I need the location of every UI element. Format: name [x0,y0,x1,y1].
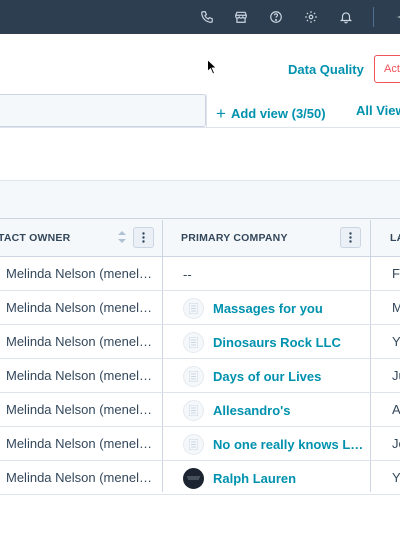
company-cell: Massages for you [183,296,323,320]
column-label-last: LA [390,232,400,244]
mouse-cursor-icon [207,58,218,80]
company-empty-value: -- [183,266,192,282]
company-link[interactable]: Allesandro's [213,403,291,418]
column-header-primary-company[interactable]: PRIMARY COMPANY [163,219,370,256]
settings-icon[interactable] [303,9,319,25]
company-cell: -- [183,262,192,286]
table-row[interactable]: Melinda Nelson (menel… Days of our Lives… [0,359,400,393]
marketplace-icon[interactable] [233,9,249,25]
table-header: TACT OWNER PRIMARY COMPANY LA [0,218,400,257]
nav-divider [373,7,374,27]
plus-icon: + [216,104,226,123]
last-cell: Fe [392,266,400,281]
company-logo-icon [183,331,204,353]
table-row[interactable]: Melinda Nelson (menel… -- Fe [0,257,400,291]
last-cell: A [392,402,400,417]
help-icon[interactable] [268,9,284,25]
table-row[interactable]: Melinda Nelson (menel… Dinosaurs Rock LL… [0,325,400,359]
owner-cell: Melinda Nelson (menel… [6,368,152,383]
view-tab-area[interactable] [0,94,206,127]
sort-icon[interactable] [118,231,126,246]
actions-button[interactable]: Acti [374,55,400,83]
company-cell: Days of our Lives [183,364,321,388]
company-link[interactable]: No one really knows L… [213,437,363,452]
owner-cell: Melinda Nelson (menel… [6,402,152,417]
more-vertical-icon [349,232,352,243]
company-link[interactable]: Days of our Lives [213,369,321,384]
last-cell: M [392,300,400,315]
column-label-company: PRIMARY COMPANY [181,232,288,244]
phone-icon[interactable] [199,9,215,25]
notifications-icon[interactable] [338,9,354,25]
last-cell: Ye [392,470,400,485]
owner-cell: Melinda Nelson (menel… [6,334,152,349]
top-nav-bar [0,0,400,34]
company-cell: No one really knows L… [183,432,363,456]
company-cell: Ralph Lauren [183,466,296,490]
company-logo-icon [183,399,204,421]
table-row[interactable]: Melinda Nelson (menel… Ralph Lauren Ye [0,461,400,495]
table-row[interactable]: Melinda Nelson (menel… No one really kno… [0,427,400,461]
table-row[interactable]: Melinda Nelson (menel… Massages for you … [0,291,400,325]
add-view-button[interactable]: + Add view (3/50) [216,103,326,123]
company-link[interactable]: Dinosaurs Rock LLC [213,335,341,350]
owner-cell: Melinda Nelson (menel… [6,300,152,315]
company-logo-icon [183,297,204,319]
data-quality-link[interactable]: Data Quality [288,62,364,77]
tab-divider [206,94,207,127]
last-cell: Ju [392,368,400,383]
company-logo-icon [183,467,204,489]
owner-cell: Melinda Nelson (menel… [6,436,152,451]
company-cell: Allesandro's [183,398,291,422]
owner-cell: Melinda Nelson (menel… [6,266,152,281]
column-header-last[interactable]: LA [371,219,400,256]
sparkle-icon[interactable] [392,9,400,30]
company-logo-icon [183,433,204,455]
last-cell: Je [392,436,400,451]
table-row[interactable]: Melinda Nelson (menel… Allesandro's A [0,393,400,427]
column-header-contact-owner[interactable]: TACT OWNER [0,219,162,256]
company-link[interactable]: Ralph Lauren [213,471,296,486]
records-table: TACT OWNER PRIMARY COMPANY LA Melinda Ne… [0,218,400,495]
last-cell: Ye [392,334,400,349]
company-link[interactable]: Massages for you [213,301,323,316]
tabs-divider [0,127,400,128]
more-vertical-icon [142,232,145,243]
add-view-label: Add view (3/50) [230,106,326,121]
column-options-button[interactable] [133,227,154,248]
column-label-owner: TACT OWNER [0,232,71,244]
company-logo-icon [183,365,204,387]
all-views-link[interactable]: All View [356,103,400,118]
owner-cell: Melinda Nelson (menel… [6,470,152,485]
column-options-button[interactable] [340,227,361,248]
company-cell: Dinosaurs Rock LLC [183,330,341,354]
table-body: Melinda Nelson (menel… -- Fe Melinda Nel… [0,220,400,495]
filter-bar [0,180,400,219]
